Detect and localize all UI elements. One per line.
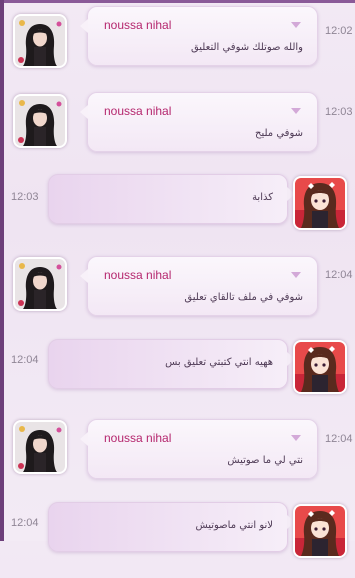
my-avatar[interactable] <box>293 340 347 394</box>
avatar-icon <box>15 422 65 472</box>
message-item: noussa nihal شوفي مليح 12:03 <box>0 80 355 160</box>
my-avatar[interactable] <box>293 176 347 230</box>
bubble-tail <box>80 105 88 119</box>
my-avatar[interactable] <box>293 504 347 558</box>
message-time: 12:04 <box>325 269 353 281</box>
message-time: 12:03 <box>325 106 353 118</box>
chevron-down-icon[interactable] <box>291 22 301 28</box>
message-text: نتي لي ما صوتيش <box>227 455 303 466</box>
message-item: noussa nihal شوفي في ملف تالقاي تعليق 12… <box>0 243 355 323</box>
message-time: 12:04 <box>11 517 39 529</box>
message-bubble-received[interactable]: noussa nihal نتي لي ما صوتيش <box>80 419 318 479</box>
message-time: 12:04 <box>11 354 39 366</box>
message-item: noussa nihal والله صوتلك شوفي التعليق 12… <box>0 0 355 80</box>
contact-avatar[interactable] <box>13 94 67 148</box>
avatar-icon <box>15 16 65 66</box>
message-bubble-sent[interactable]: ههيه انتي كتبتي تعليق بس <box>48 339 295 389</box>
bubble-tail <box>80 19 88 33</box>
message-bubble-received[interactable]: noussa nihal شوفي مليح <box>80 92 318 152</box>
message-item: noussa nihal نتي لي ما صوتيش 12:04 <box>0 406 355 486</box>
message-text: لانو انتي ماصوتيش <box>195 520 273 531</box>
message-bubble-received[interactable]: noussa nihal والله صوتلك شوفي التعليق <box>80 6 318 66</box>
avatar-icon <box>295 342 345 392</box>
avatar-icon <box>15 259 65 309</box>
bubble-tail <box>80 432 88 446</box>
message-text: شوفي مليح <box>255 128 303 139</box>
avatar-icon <box>295 506 345 556</box>
contact-avatar[interactable] <box>13 14 67 68</box>
sender-name[interactable]: noussa nihal <box>104 18 171 32</box>
message-text: كذابة <box>252 192 273 203</box>
contact-avatar[interactable] <box>13 257 67 311</box>
message-item: 12:04 لانو انتي ماصوتيش <box>0 498 355 578</box>
sender-name[interactable]: noussa nihal <box>104 268 171 282</box>
chat-thread[interactable]: noussa nihal والله صوتلك شوفي التعليق 12… <box>0 0 355 558</box>
message-bubble-sent[interactable]: لانو انتي ماصوتيش <box>48 502 295 552</box>
sender-name[interactable]: noussa nihal <box>104 104 171 118</box>
message-text: شوفي في ملف تالقاي تعليق <box>184 292 303 303</box>
message-item: 12:04 ههيه انتي كتبتي تعليق بس <box>0 334 355 414</box>
message-time: 12:04 <box>325 433 353 445</box>
chevron-down-icon[interactable] <box>291 108 301 114</box>
message-time: 12:03 <box>11 191 39 203</box>
message-item: 12:03 كذابة <box>0 170 355 250</box>
message-text: والله صوتلك شوفي التعليق <box>190 42 303 53</box>
message-time: 12:02 <box>325 25 353 37</box>
message-bubble-sent[interactable]: كذابة <box>48 174 295 224</box>
chevron-down-icon[interactable] <box>291 435 301 441</box>
avatar-icon <box>15 96 65 146</box>
avatar-icon <box>295 178 345 228</box>
bubble-tail <box>80 269 88 283</box>
contact-avatar[interactable] <box>13 420 67 474</box>
chevron-down-icon[interactable] <box>291 272 301 278</box>
message-bubble-received[interactable]: noussa nihal شوفي في ملف تالقاي تعليق <box>80 256 318 316</box>
message-text: ههيه انتي كتبتي تعليق بس <box>165 357 273 368</box>
sender-name[interactable]: noussa nihal <box>104 431 171 445</box>
